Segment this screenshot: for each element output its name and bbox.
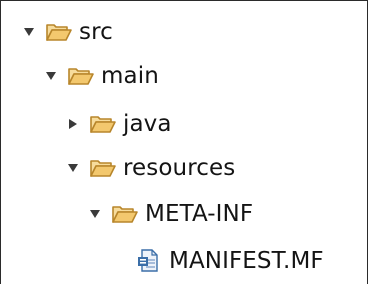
tree-item-label: MANIFEST.MF: [169, 248, 324, 274]
tree-item-manifest-mf[interactable]: MANIFEST.MF: [137, 241, 324, 281]
folder-open-icon: [89, 113, 117, 135]
tree-item-label: main: [101, 63, 159, 89]
tree-item-resources[interactable]: resources: [66, 148, 235, 188]
tree-item-label: java: [123, 111, 172, 137]
project-explorer-tree: src main java resources META-INF MANIFES…: [0, 0, 368, 285]
manifest-file-icon: [137, 248, 161, 274]
expanded-arrow-icon[interactable]: [66, 161, 80, 175]
expanded-arrow-icon[interactable]: [22, 25, 36, 39]
tree-item-meta-inf[interactable]: META-INF: [88, 194, 253, 234]
tree-item-label: META-INF: [145, 201, 254, 227]
folder-open-icon: [45, 21, 73, 43]
tree-item-label: src: [79, 19, 113, 45]
expanded-arrow-icon[interactable]: [44, 69, 58, 83]
tree-item-java[interactable]: java: [66, 104, 172, 144]
folder-open-icon: [111, 203, 139, 225]
tree-item-label: resources: [123, 155, 236, 181]
expanded-arrow-icon[interactable]: [88, 207, 102, 221]
tree-item-main[interactable]: main: [44, 56, 159, 96]
folder-open-icon: [67, 65, 95, 87]
tree-item-src[interactable]: src: [22, 12, 113, 52]
folder-open-icon: [89, 157, 117, 179]
collapsed-arrow-icon[interactable]: [66, 117, 80, 131]
